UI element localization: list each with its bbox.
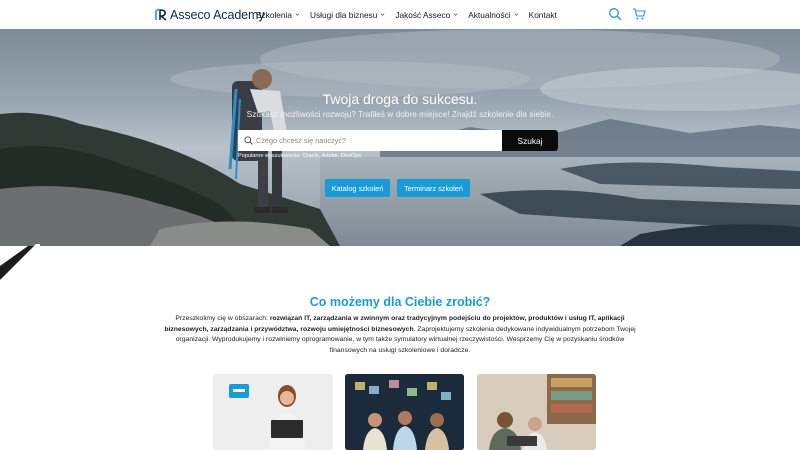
main-nav: Szkolenia Usługi dla biznesu Jakość Asseco…: [256, 0, 567, 29]
search-button[interactable]: Szukaj: [502, 130, 558, 151]
search-field-container[interactable]: [238, 130, 502, 151]
course-catalog-button[interactable]: Katalog szkoleń: [325, 179, 390, 197]
nav-item-label: Szkolenia: [256, 9, 292, 20]
popular-searches: Popularne wyszukiwania: Oracle, Adobe, D…: [238, 153, 361, 159]
service-card-software[interactable]: [477, 374, 596, 450]
description-intro: Przeszkolimy cię w obszarach:: [175, 315, 270, 322]
service-card-business[interactable]: [345, 374, 464, 450]
card-image-software: [477, 374, 596, 450]
nav-item-kontakt[interactable]: Kontakt: [529, 10, 557, 20]
hero-corner-decoration: [0, 244, 40, 280]
hero-banner: Twoja droga do sukcesu. Szukasz możliwoś…: [0, 29, 800, 246]
search-bar: Szukaj: [238, 130, 558, 151]
card-image-training: [213, 374, 333, 450]
nav-item-aktualności[interactable]: Aktualności: [468, 9, 519, 20]
section-title: Co możemy dla Ciebie zrobić?: [309, 295, 491, 309]
popular-searches-label: Popularne wyszukiwania:: [238, 153, 301, 159]
site-header: Asseco Academy Szkolenia Usługi dla bizne…: [0, 0, 800, 29]
search-icon[interactable]: [608, 7, 622, 21]
service-card-training[interactable]: [213, 374, 333, 450]
search-input[interactable]: [256, 136, 496, 145]
training-schedule-button[interactable]: Terminarz szkoleń: [397, 179, 470, 197]
chevron-down-icon: [453, 13, 458, 16]
logo[interactable]: Asseco Academy: [154, 6, 265, 23]
header-icons: [598, 7, 646, 21]
nav-item-jakość-asseco[interactable]: Jakość Asseco: [395, 10, 458, 20]
nav-item-label: Jakość Asseco: [395, 9, 451, 20]
logo-icon: [155, 7, 167, 21]
hero-subtitle: Szukasz możliwości rozwoju? Trafiłeś w d…: [246, 109, 554, 119]
popular-searches-terms[interactable]: Oracle, Adobe, DevOps: [302, 153, 361, 159]
chevron-down-icon: [514, 13, 519, 16]
section-description: Przeszkolimy cię w obszarach: rozwiązań …: [160, 314, 640, 356]
cart-icon[interactable]: [632, 7, 646, 21]
card-image-business: [345, 374, 464, 450]
nav-item-szkolenia[interactable]: Szkolenia: [256, 10, 300, 20]
nav-item-label: Usługi dla biznesu: [309, 9, 378, 20]
hero-title: Twoja droga do sukcesu.: [322, 91, 478, 107]
search-icon: [244, 136, 253, 145]
chevron-down-icon: [380, 13, 385, 16]
nav-item-label: Aktualności: [468, 9, 511, 20]
logo-text: Asseco Academy: [170, 7, 265, 22]
nav-item-usługi-dla-biznesu[interactable]: Usługi dla biznesu: [310, 10, 385, 20]
nav-item-label: Kontakt: [528, 9, 557, 20]
chevron-down-icon: [295, 13, 300, 16]
